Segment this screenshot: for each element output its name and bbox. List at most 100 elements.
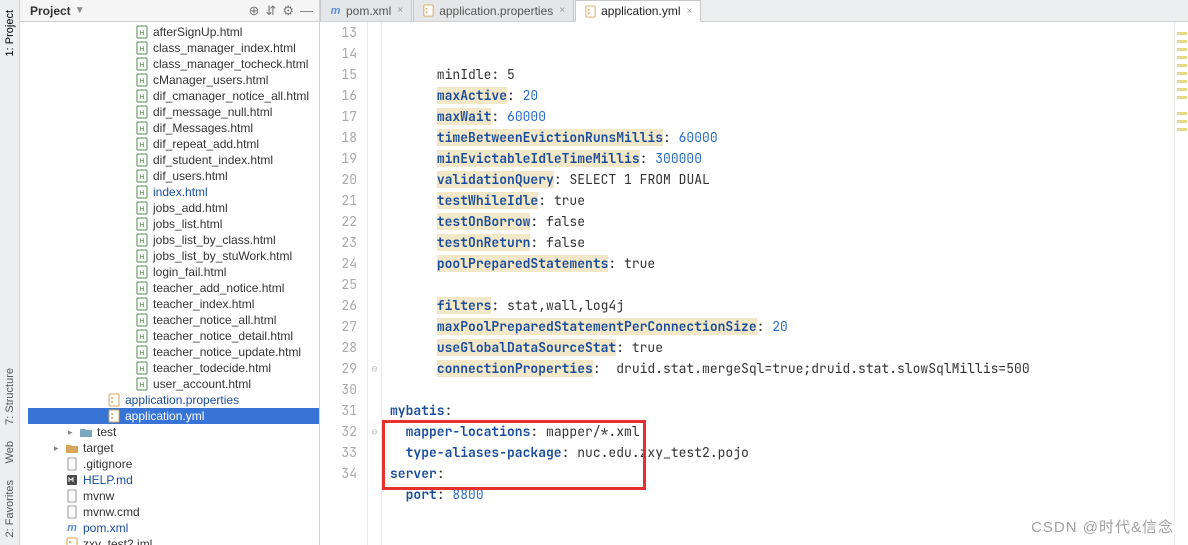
folder2-icon [65, 441, 79, 455]
tree-row[interactable]: Hjobs_list.html [28, 216, 319, 232]
html-icon: H [135, 41, 149, 55]
svg-text:H: H [139, 286, 144, 293]
editor-tab[interactable]: m pom.xml × [320, 0, 412, 21]
html-icon: H [135, 361, 149, 375]
tree-item-label: user_account.html [153, 376, 251, 392]
tree-row[interactable]: Hjobs_add.html [28, 200, 319, 216]
tree-row[interactable]: Hindex.html [28, 184, 319, 200]
code-content[interactable]: minIdle: 5 maxActive: 20 maxWait: 60000 … [382, 22, 1174, 545]
html-icon: H [135, 217, 149, 231]
tree-row[interactable]: HELP.md [28, 472, 319, 488]
close-icon[interactable]: × [397, 5, 403, 16]
tree-row[interactable]: Hteacher_index.html [28, 296, 319, 312]
tree-row[interactable]: Hteacher_notice_all.html [28, 312, 319, 328]
side-tab-web[interactable]: Web [4, 441, 16, 463]
tree-row[interactable]: Hdif_users.html [28, 168, 319, 184]
tree-row[interactable]: Hdif_repeat_add.html [28, 136, 319, 152]
svg-text:H: H [139, 206, 144, 213]
tree-row[interactable]: Hlogin_fail.html [28, 264, 319, 280]
close-icon[interactable]: × [559, 5, 565, 16]
tree-row[interactable]: mvnw.cmd [28, 504, 319, 520]
editor-tab[interactable]: application.yml× [575, 0, 701, 22]
tree-row[interactable]: .gitignore [28, 456, 319, 472]
svg-text:H: H [139, 254, 144, 261]
tree-row[interactable]: ▸test [28, 424, 319, 440]
html-icon: H [135, 153, 149, 167]
tree-row[interactable]: application.properties [28, 392, 319, 408]
tree-row[interactable]: HcManager_users.html [28, 72, 319, 88]
tree-row[interactable]: Hclass_manager_tocheck.html [28, 56, 319, 72]
line-gutter: 1314151617181920212223242526272829303132… [320, 22, 368, 545]
tree-row[interactable]: Hjobs_list_by_stuWork.html [28, 248, 319, 264]
side-tab-project[interactable]: 1: Project [4, 10, 16, 56]
html-icon: H [135, 281, 149, 295]
tree-row[interactable]: Hjobs_list_by_class.html [28, 232, 319, 248]
hide-icon[interactable]: — [300, 3, 313, 19]
editor-tab[interactable]: application.properties × [413, 0, 574, 21]
side-tab-structure[interactable]: 7: Structure [4, 368, 16, 425]
tree-row[interactable]: Hteacher_add_notice.html [28, 280, 319, 296]
html-icon: H [135, 345, 149, 359]
tree-row[interactable]: zxy_test2.iml [28, 536, 319, 545]
side-tab-favorites[interactable]: 2: Favorites [4, 480, 16, 537]
tree-item-label: test [97, 424, 116, 440]
tree-row[interactable]: m pom.xml [28, 520, 319, 536]
tree-row[interactable]: ▸target [28, 440, 319, 456]
tab-label: application.properties [439, 4, 553, 18]
html-icon: H [135, 297, 149, 311]
tree-row[interactable]: application.yml [28, 408, 319, 424]
tree-item-label: jobs_add.html [153, 200, 228, 216]
tree-item-label: teacher_add_notice.html [153, 280, 284, 296]
fold-column[interactable]: ⊖⊖ [368, 22, 382, 545]
svg-text:H: H [139, 94, 144, 101]
file-icon [65, 457, 79, 471]
tree-row[interactable]: Hteacher_todecide.html [28, 360, 319, 376]
html-icon: H [135, 169, 149, 183]
tree-row[interactable]: Hteacher_notice_update.html [28, 344, 319, 360]
svg-text:H: H [139, 126, 144, 133]
tree-item-label: dif_repeat_add.html [153, 136, 259, 152]
tree-row[interactable]: Hclass_manager_index.html [28, 40, 319, 56]
tree-item-label: login_fail.html [153, 264, 226, 280]
settings-icon[interactable]: ⚙ [282, 3, 294, 19]
tree-row[interactable]: Hdif_Messages.html [28, 120, 319, 136]
m-icon: m [329, 4, 342, 17]
tree-item-label: application.yml [125, 408, 204, 424]
svg-text:H: H [139, 190, 144, 197]
tree-row[interactable]: Huser_account.html [28, 376, 319, 392]
yml-icon [422, 4, 435, 17]
collapse-all-icon[interactable]: ⇵ [265, 3, 276, 19]
tree-item-label: dif_Messages.html [153, 120, 253, 136]
chevron-down-icon[interactable]: ▼ [75, 5, 85, 16]
html-icon: H [135, 185, 149, 199]
svg-text:H: H [139, 366, 144, 373]
tree-item-label: dif_cmanager_notice_all.html [153, 88, 309, 104]
left-tool-strip: 1: Project 7: Structure Web 2: Favorites [0, 0, 20, 545]
tree-item-label: HELP.md [83, 472, 133, 488]
m-icon: m [65, 521, 79, 535]
tree-row[interactable]: HafterSignUp.html [28, 24, 319, 40]
close-icon[interactable]: × [686, 6, 692, 17]
tree-row[interactable]: Hdif_student_index.html [28, 152, 319, 168]
panel-title: Project [30, 4, 71, 18]
svg-text:H: H [139, 30, 144, 37]
tree-row[interactable]: Hteacher_notice_detail.html [28, 328, 319, 344]
html-icon: H [135, 201, 149, 215]
scroll-from-source-icon[interactable]: ⊕ [249, 3, 260, 19]
svg-text:H: H [139, 62, 144, 69]
tree-item-label: mvnw.cmd [83, 504, 140, 520]
overview-ruler[interactable] [1174, 22, 1188, 545]
tree-row[interactable]: Hdif_cmanager_notice_all.html [28, 88, 319, 104]
html-icon: H [135, 25, 149, 39]
tab-label: pom.xml [346, 4, 391, 18]
editor-tabbar: mpom.xml×application.properties×applicat… [320, 0, 1188, 22]
tree-item-label: pom.xml [83, 520, 128, 536]
tree-row[interactable]: mvnw [28, 488, 319, 504]
project-tree[interactable]: HafterSignUp.htmlHclass_manager_index.ht… [20, 22, 319, 545]
svg-text:H: H [139, 382, 144, 389]
tree-item-label: class_manager_tocheck.html [153, 56, 308, 72]
html-icon: H [135, 313, 149, 327]
tree-item-label: jobs_list_by_class.html [153, 232, 276, 248]
html-icon: H [135, 73, 149, 87]
tree-row[interactable]: Hdif_message_null.html [28, 104, 319, 120]
